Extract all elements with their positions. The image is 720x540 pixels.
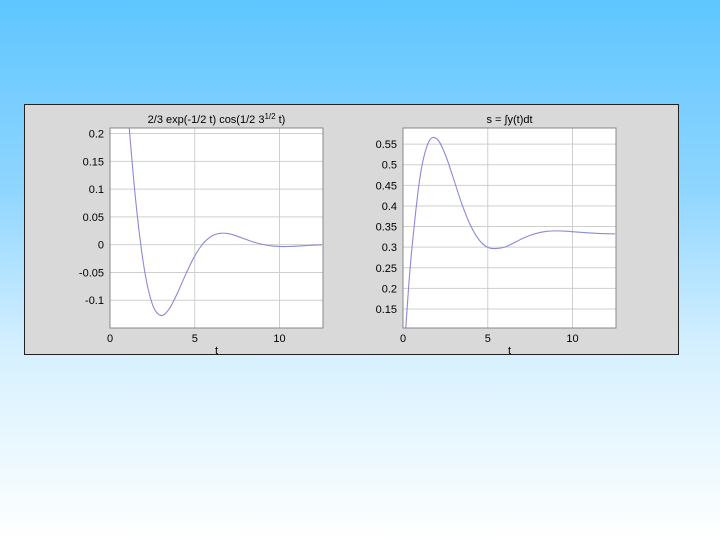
- y-tick-label: -0.05: [79, 267, 104, 279]
- x-tick-label: 10: [566, 333, 578, 345]
- y-tick-label: 0.35: [376, 222, 397, 234]
- title-text: 2/3 exp(-1/2 t) cos(1/2 3: [148, 114, 265, 126]
- plot-title: s = ∫y(t)dt: [486, 114, 532, 126]
- y-tick-label: 0.15: [376, 304, 397, 316]
- x-tick-label: 5: [485, 333, 491, 345]
- y-tick-label: 0.1: [89, 184, 104, 196]
- y-tick-label: 0.05: [83, 212, 104, 224]
- figure-canvas: 0 5 10 -0.1 -0.05 0 0.05 0.1 0.15 0.2 2/3 exp(-1/2…: [79, 112, 617, 356]
- y-tick-label: 0.2: [89, 129, 104, 141]
- x-tick-label: 0: [400, 333, 406, 345]
- plot-area: [110, 128, 323, 328]
- x-tick-label: 5: [192, 333, 198, 345]
- y-tick-label: 0.5: [382, 160, 397, 172]
- plot-title: 2/3 exp(-1/2 t) cos(1/2 31/2 t): [148, 112, 286, 127]
- x-axis-label: t: [508, 345, 511, 356]
- title-superscript: 1/2: [264, 112, 276, 121]
- title-text: s = ∫y(t)dt: [486, 114, 532, 126]
- y-tick-label: 0: [98, 240, 104, 252]
- y-tick-label: 0.15: [83, 156, 104, 168]
- y-tick-label: 0.3: [382, 242, 397, 254]
- title-text-end: t): [276, 114, 286, 126]
- plot-area: [403, 128, 616, 328]
- plot-1: 0 5 10 -0.1 -0.05 0 0.05 0.1 0.15 0.2 2/3 exp(-1/2…: [79, 112, 324, 356]
- y-tick-label: 0.45: [376, 180, 397, 192]
- plot-2: 0 5 10 0.15 0.2 0.25 0.3 0.35 0.4 0.45 0.5 0.55 s = …: [376, 114, 617, 356]
- figure-window: 0 5 10 -0.1 -0.05 0 0.05 0.1 0.15 0.2 2/3 exp(-1/2…: [24, 104, 679, 356]
- x-axis-label: t: [215, 345, 218, 356]
- x-tick-label: 10: [273, 333, 285, 345]
- y-tick-label: 0.55: [376, 139, 397, 151]
- y-tick-label: 0.25: [376, 263, 397, 275]
- y-tick-label: 0.4: [382, 201, 397, 213]
- y-tick-label: -0.1: [85, 295, 104, 307]
- x-tick-label: 0: [107, 333, 113, 345]
- y-tick-label: 0.2: [382, 283, 397, 295]
